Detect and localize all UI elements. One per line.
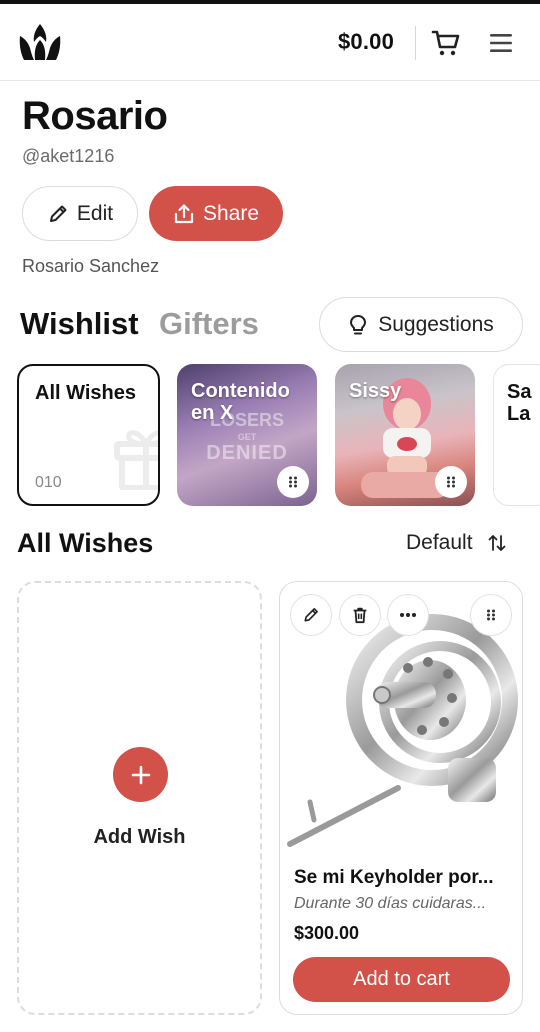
sort-arrows-icon xyxy=(488,535,505,551)
share-label: Share xyxy=(202,201,260,225)
share-button[interactable]: Share xyxy=(149,186,283,241)
sort-label: Default xyxy=(406,531,473,554)
more-options-button[interactable] xyxy=(387,594,429,636)
balance-amount[interactable]: $0.00 xyxy=(338,29,394,55)
product-price: $300.00 xyxy=(294,923,360,943)
delete-wish-button[interactable] xyxy=(339,594,381,636)
suggestions-button[interactable]: Suggestions xyxy=(319,297,523,352)
image-overlay-text: GET xyxy=(237,432,257,442)
image-overlay-text: DENIED xyxy=(206,442,288,464)
product-description: Durante 30 días cuidaras... xyxy=(294,895,487,912)
wish-product-card[interactable]: Se mi Keyholder por... Durante 30 días c… xyxy=(279,581,523,1015)
category-label: Sissy xyxy=(349,380,402,402)
cart-icon[interactable] xyxy=(431,28,461,58)
category-all-wishes[interactable]: All Wishes 010 xyxy=(17,364,160,506)
profile-handle: @aket1216 xyxy=(22,146,115,166)
plus-icon xyxy=(131,765,150,784)
category-partial[interactable]: Sa La xyxy=(493,364,540,506)
section-title: All Wishes xyxy=(17,528,154,558)
edit-wish-button[interactable] xyxy=(290,594,332,636)
category-sissy[interactable]: Sissy xyxy=(335,364,475,506)
category-label: All Wishes xyxy=(35,382,136,404)
sort-dropdown[interactable]: Default xyxy=(406,531,507,555)
header-divider xyxy=(415,26,416,60)
add-to-cart-button[interactable]: Add to cart xyxy=(293,957,510,1002)
gift-icon xyxy=(114,430,158,490)
category-label: Contenido en X xyxy=(191,380,290,424)
product-title[interactable]: Se mi Keyholder por... xyxy=(294,867,514,889)
more-dots-icon xyxy=(400,613,416,617)
pencil-icon xyxy=(49,205,67,222)
suggestions-label: Suggestions xyxy=(378,312,494,336)
trash-icon xyxy=(353,607,367,624)
drag-handle[interactable] xyxy=(470,594,512,636)
drag-handle[interactable] xyxy=(277,466,309,498)
pencil-icon xyxy=(304,608,318,622)
edit-label: Edit xyxy=(76,201,114,225)
share-upload-icon xyxy=(174,203,194,223)
tab-gifters[interactable]: Gifters xyxy=(159,306,259,342)
crown-leaf-logo[interactable] xyxy=(18,22,62,62)
grip-dots-icon xyxy=(487,609,495,621)
add-wish-label: Add Wish xyxy=(93,826,186,848)
category-count: 010 xyxy=(35,474,62,491)
lightbulb-icon xyxy=(350,314,367,334)
category-label: Sa La xyxy=(507,381,532,425)
grip-dots-icon xyxy=(447,476,455,488)
edit-profile-button[interactable]: Edit xyxy=(22,186,138,241)
profile-name: Rosario xyxy=(22,94,168,138)
profile-full-name: Rosario Sanchez xyxy=(22,256,160,276)
add-wish-card[interactable]: Add Wish xyxy=(17,581,262,1015)
hamburger-menu-icon[interactable] xyxy=(488,30,514,56)
tab-wishlist[interactable]: Wishlist xyxy=(20,306,139,342)
grip-dots-icon xyxy=(289,476,297,488)
add-wish-button[interactable] xyxy=(113,747,168,802)
category-contenido-en-x[interactable]: LOSERS GET DENIED Contenido en X xyxy=(177,364,317,506)
app-header: $0.00 xyxy=(0,4,540,81)
drag-handle[interactable] xyxy=(435,466,467,498)
